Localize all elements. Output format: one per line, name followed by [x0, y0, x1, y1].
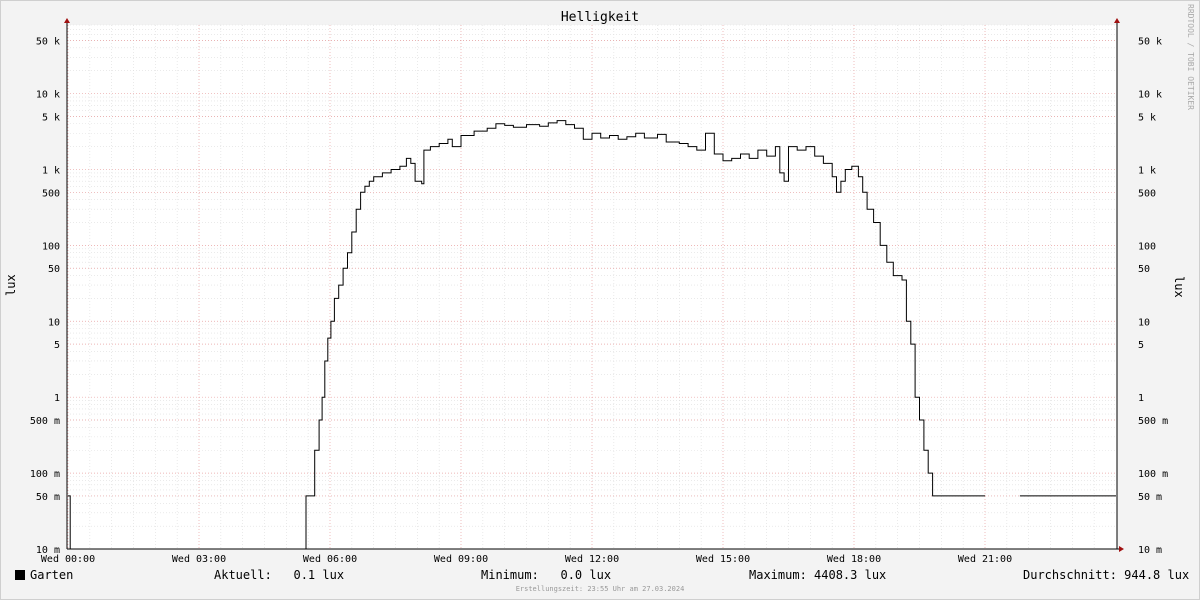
x-axis-arrow: [1119, 546, 1124, 552]
chart-plot: Wed 00:00 Wed 03:00 Wed 06:00 Wed 09:00 Wed …: [30, 18, 1168, 565]
y-tick-label-left: 10: [48, 317, 60, 328]
y-tick-label-left: 50 m: [36, 492, 60, 503]
legend-maximum: Maximum: 4408.3 lux: [749, 568, 887, 582]
y-tick-label-right: 500 m: [1138, 416, 1168, 427]
y-tick-label-right: 100 m: [1138, 469, 1168, 480]
y-tick-label-left: 5: [54, 340, 60, 351]
y-tick-label-left: 10 m: [36, 545, 60, 556]
y-tick-label-right: 50 m: [1138, 492, 1162, 503]
y-tick-label-left: 500 m: [30, 416, 60, 427]
legend-series-label: Garten: [30, 568, 74, 582]
y-tick-label-right: 100: [1138, 241, 1156, 252]
y-axis-arrow-right: [1114, 18, 1120, 23]
y-tick-label-left: 5 k: [42, 112, 60, 123]
y-tick-label-left: 1: [54, 393, 60, 404]
y-tick-label-right: 1: [1138, 393, 1144, 404]
y-tick-label-left: 500: [42, 188, 60, 199]
y-tick-label-right: 10 m: [1138, 545, 1162, 556]
legend-minimum: Minimum: 0.0 lux: [481, 568, 612, 582]
y-tick-label-right: 50: [1138, 264, 1150, 275]
legend-durchschnitt: Durchschnitt: 944.8 lux: [1023, 568, 1190, 582]
y-tick-label-left: 100 m: [30, 469, 60, 480]
x-tick-label: Wed 21:00: [958, 554, 1012, 565]
x-tick-label: Wed 06:00: [303, 554, 357, 565]
y-tick-label-right: 50 k: [1138, 36, 1162, 47]
x-tick-label: Wed 09:00: [434, 554, 488, 565]
y-axis-arrow-left: [64, 18, 70, 23]
x-tick-label: Wed 12:00: [565, 554, 619, 565]
x-tick-label: Wed 03:00: [172, 554, 226, 565]
y-tick-label-right: 10 k: [1138, 90, 1162, 101]
y-tick-label-left: 1 k: [42, 165, 60, 176]
legend-aktuell: Aktuell: 0.1 lux: [214, 568, 345, 582]
x-tick-label: Wed 15:00: [696, 554, 750, 565]
y-tick-label-right: 500: [1138, 188, 1156, 199]
y-tick-label-right: 5 k: [1138, 112, 1156, 123]
y-tick-label-right: 5: [1138, 340, 1144, 351]
y-tick-label-left: 50: [48, 264, 60, 275]
legend-swatch: [15, 570, 25, 580]
footer-timestamp: Erstellungszeit: 23:55 Uhr am 27.03.2024: [515, 585, 685, 593]
y-tick-label-left: 100: [42, 241, 60, 252]
y-tick-label-right: 10: [1138, 317, 1150, 328]
y-tick-label-left: 50 k: [36, 36, 60, 47]
y-tick-label-right: 1 k: [1138, 165, 1156, 176]
x-tick-label: Wed 18:00: [827, 554, 881, 565]
y-tick-label-left: 10 k: [36, 90, 60, 101]
